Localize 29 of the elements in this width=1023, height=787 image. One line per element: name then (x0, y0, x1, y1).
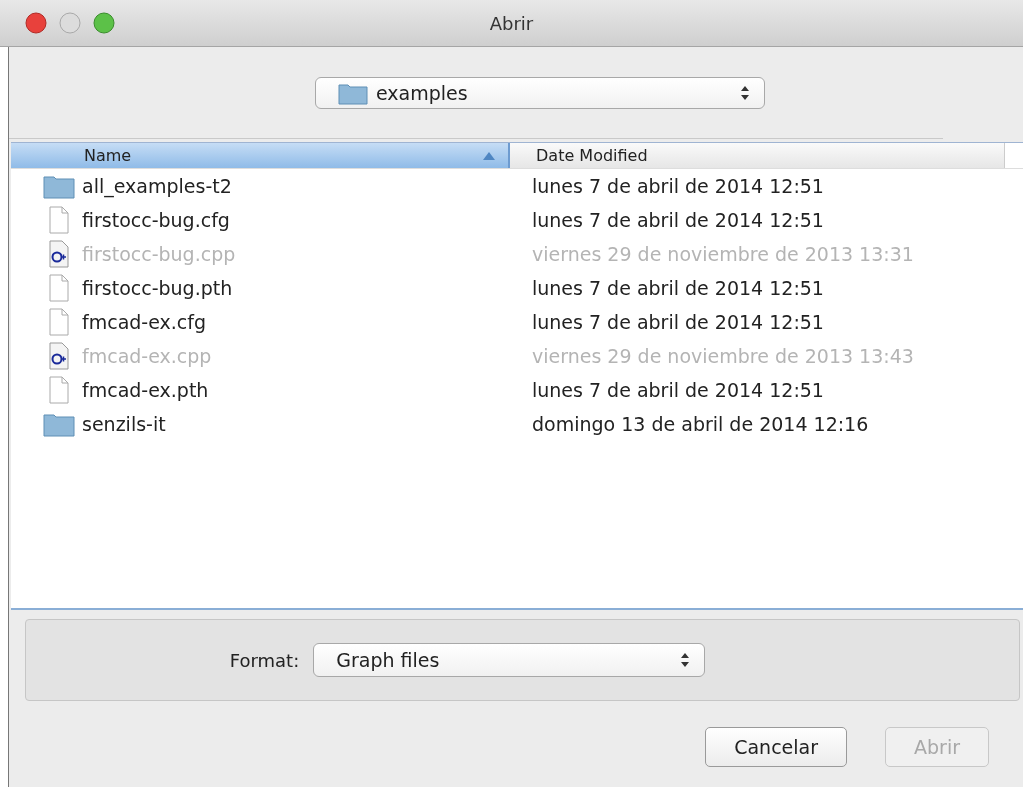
cancel-button[interactable]: Cancelar (705, 727, 848, 767)
column-header[interactable]: Name (11, 143, 510, 168)
zoom-icon[interactable] (93, 12, 115, 34)
folder-icon (43, 411, 75, 437)
date-modified: lunes 7 de abril de 2014 12:51 (531, 175, 824, 197)
sort-ascending-icon (482, 150, 496, 161)
minimize-icon[interactable] (59, 12, 81, 34)
updown-arrows-icon (740, 84, 750, 101)
date-modified: domingo 13 de abril de 2014 12:16 (531, 413, 869, 435)
column-header[interactable]: Date Modified (510, 143, 1005, 168)
file-name[interactable]: firstocc-bug.pth (82, 277, 233, 299)
location-dropdown[interactable]: examples (315, 76, 765, 109)
file-name[interactable]: all_examples-t2 (82, 175, 232, 197)
file-name[interactable]: firstocc-bug.cfg (82, 209, 230, 231)
date-modified: viernes 29 de noviembre de 2013 13:31 (531, 243, 914, 265)
close-icon[interactable] (25, 12, 47, 34)
file-name[interactable]: fmcad-ex.pth (82, 379, 209, 401)
format-label: Format: (229, 649, 300, 671)
file-name[interactable]: senzils-it (82, 413, 166, 435)
date-modified: viernes 29 de noviembre de 2013 13:43 (531, 345, 914, 367)
format-dropdown[interactable]: Graph files (313, 643, 706, 677)
date-modified: lunes 7 de abril de 2014 12:51 (531, 379, 824, 401)
date-modified: lunes 7 de abril de 2014 12:51 (531, 311, 824, 333)
file-name[interactable]: fmcad-ex.cfg (82, 311, 207, 333)
date-modified: lunes 7 de abril de 2014 12:51 (531, 209, 824, 231)
window-title: Abrir (489, 12, 534, 34)
date-modified: lunes 7 de abril de 2014 12:51 (531, 277, 824, 299)
updown-arrows-icon (680, 652, 691, 668)
folder-icon (43, 173, 75, 199)
